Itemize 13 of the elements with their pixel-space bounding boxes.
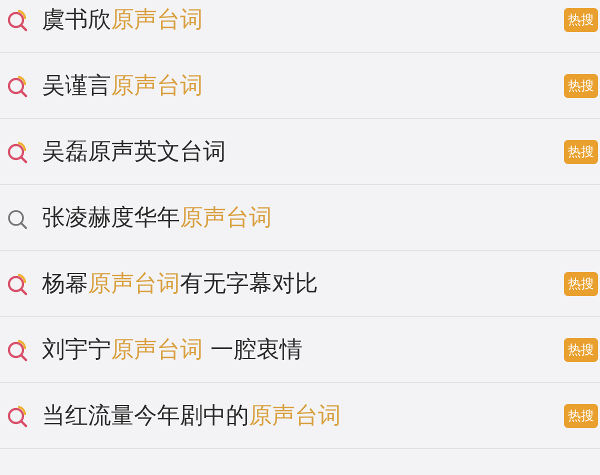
suggestion-link[interactable]: 吴谨言原声台词 <box>42 70 564 101</box>
hot-badge: 热搜 <box>564 404 598 428</box>
hot-badge: 热搜 <box>564 74 598 98</box>
hot-badge: 热搜 <box>564 272 598 296</box>
suggestion-link[interactable]: 当红流量今年剧中的原声台词 <box>42 400 564 431</box>
suggestion-link[interactable]: 张凌赫度华年原声台词 <box>42 202 598 233</box>
suggestion-link[interactable]: 刘宇宁原声台词 一腔衷情 <box>42 334 564 365</box>
hot-badge: 热搜 <box>564 8 598 32</box>
suggestion-link[interactable]: 虞书欣原声台词 <box>42 4 564 35</box>
hot-badge: 热搜 <box>564 338 598 362</box>
suggestion-link[interactable]: 吴磊原声英文台词 <box>42 136 564 167</box>
hot-badge: 热搜 <box>564 140 598 164</box>
suggestion-link[interactable]: 杨幂原声台词有无字幕对比 <box>42 268 564 299</box>
